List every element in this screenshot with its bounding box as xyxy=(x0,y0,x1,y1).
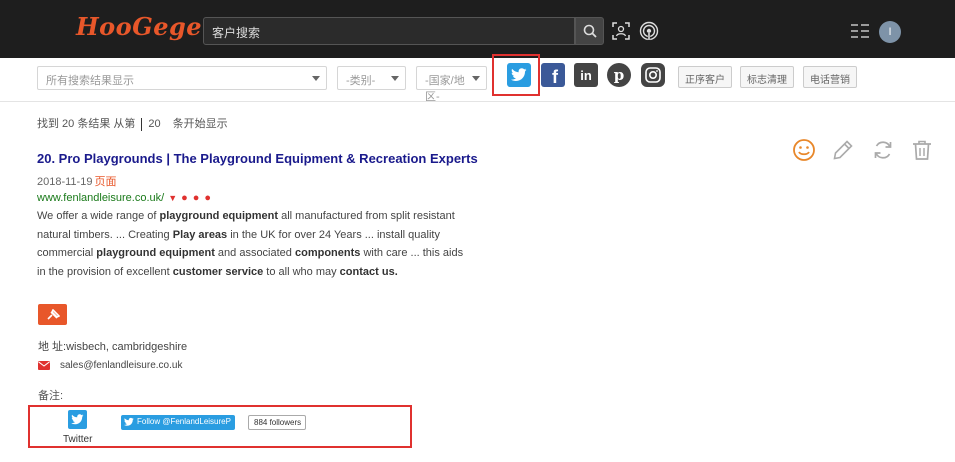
chevron-down-icon xyxy=(472,76,480,81)
region-select[interactable]: -国家/地区- xyxy=(416,66,487,103)
category-select[interactable]: -类别- xyxy=(337,66,406,90)
result-date-text: 2018-11-19 xyxy=(37,176,93,188)
facebook-icon: f xyxy=(552,66,558,87)
summary-page[interactable]: 20 xyxy=(148,118,160,130)
description-keyword: playground equipment xyxy=(96,247,215,259)
trash-icon xyxy=(913,140,931,160)
menu-button[interactable] xyxy=(850,22,870,40)
result-filter-value: 所有搜索结果显示 xyxy=(46,75,134,87)
description-keyword: components xyxy=(294,247,361,259)
region-value: -国家/地区- xyxy=(425,75,465,103)
chevron-down-icon xyxy=(312,76,320,81)
snapshot-link[interactable]: 页面 xyxy=(94,176,116,188)
result-date: 2018-11-19 页面 xyxy=(37,173,116,189)
result-actions xyxy=(792,138,934,164)
search-input[interactable]: 客户搜索 xyxy=(203,17,575,45)
result-title-link[interactable]: 20. Pro Playgrounds | The Playground Equ… xyxy=(37,151,478,166)
description-keyword: customer service xyxy=(172,265,264,278)
summary-prefix: 找到 20 条结果 从第 xyxy=(37,118,136,130)
pencil-icon xyxy=(833,140,853,160)
list-menu-icon xyxy=(851,24,869,38)
avatar[interactable]: I xyxy=(879,21,901,43)
email-link[interactable]: sales@fenlandleisure.co.uk xyxy=(60,360,182,371)
top-bar: HooGege® 客户搜索 I xyxy=(0,0,955,58)
face-scan-icon xyxy=(612,22,630,40)
filter-bar: 所有搜索结果显示 -类别- -国家/地区- f in p 正序客户 标志清理 电… xyxy=(0,58,955,103)
description-keyword: Play areas xyxy=(172,228,228,241)
description-keyword: playground equipment xyxy=(159,210,279,222)
smile-icon xyxy=(793,139,815,161)
twitter-highlight-box xyxy=(492,54,540,96)
description-keyword: contact xyxy=(339,265,379,278)
text-cursor xyxy=(141,117,143,131)
pinterest-icon: p xyxy=(613,66,625,84)
results-summary: 找到 20 条结果 从第 20 条开始显示 xyxy=(37,115,228,131)
description-keyword: us. xyxy=(381,265,398,278)
category-value: -类别- xyxy=(346,75,376,87)
refresh-icon xyxy=(874,141,892,159)
edit-button[interactable] xyxy=(831,138,855,162)
twitter-label: Twitter xyxy=(63,434,93,445)
url-dropdown-icon[interactable]: ▼ xyxy=(168,193,177,203)
more-dots-icon[interactable]: ●●● xyxy=(181,192,216,204)
linkedin-filter-button[interactable]: in xyxy=(574,63,598,87)
envelope-icon xyxy=(38,361,50,370)
radar-icon xyxy=(639,21,659,41)
pin-icon xyxy=(46,308,60,320)
follow-button[interactable]: Follow @FenlandLeisureP xyxy=(121,415,235,430)
email-row: sales@fenlandleisure.co.uk xyxy=(38,360,182,371)
search-button[interactable] xyxy=(575,17,604,45)
twitter-badge[interactable] xyxy=(68,410,87,429)
refresh-button[interactable] xyxy=(871,138,895,162)
logo-text: HooGege xyxy=(76,12,203,41)
result-url: www.fenlandleisure.co.uk/ ▼ ●●● xyxy=(37,192,216,204)
logo[interactable]: HooGege® xyxy=(76,12,213,41)
pinterest-filter-button[interactable]: p xyxy=(607,63,631,87)
result-description: We offer a wide range of playground equi… xyxy=(37,207,469,281)
chevron-down-icon xyxy=(391,76,399,81)
address: 地 址:wisbech, cambridgeshire xyxy=(38,341,188,353)
notes-label: 备注: xyxy=(38,390,64,402)
description-text: We offer a wide range of xyxy=(37,210,160,222)
follow-label: Follow @FenlandLeisureP xyxy=(137,417,231,426)
facebook-filter-button[interactable]: f xyxy=(541,63,565,87)
description-text: and associated xyxy=(214,247,295,259)
linkedin-icon: in xyxy=(580,67,592,83)
clean-marks-button[interactable]: 标志清理 xyxy=(740,66,794,88)
search-icon xyxy=(583,24,597,38)
phone-marketing-button[interactable]: 电话营销 xyxy=(803,66,857,88)
followers-count: 884 followers xyxy=(248,415,307,430)
description-text: to all who may xyxy=(263,265,340,278)
result-filter-select[interactable]: 所有搜索结果显示 xyxy=(37,66,327,90)
sort-customer-button[interactable]: 正序客户 xyxy=(678,66,732,88)
smile-button[interactable] xyxy=(792,138,816,162)
face-scan-button[interactable] xyxy=(611,21,631,41)
twitter-bird-icon xyxy=(124,417,134,426)
twitter-widget: Twitter Follow @FenlandLeisureP 884 foll… xyxy=(28,405,412,448)
delete-button[interactable] xyxy=(910,138,934,162)
instagram-icon xyxy=(645,67,661,83)
radar-button[interactable] xyxy=(639,21,659,41)
instagram-filter-button[interactable] xyxy=(641,63,665,87)
summary-suffix: 条开始显示 xyxy=(172,118,228,130)
twitter-icon xyxy=(71,414,84,425)
pin-button[interactable] xyxy=(38,304,67,325)
result-url-link[interactable]: www.fenlandleisure.co.uk/ xyxy=(37,192,164,204)
